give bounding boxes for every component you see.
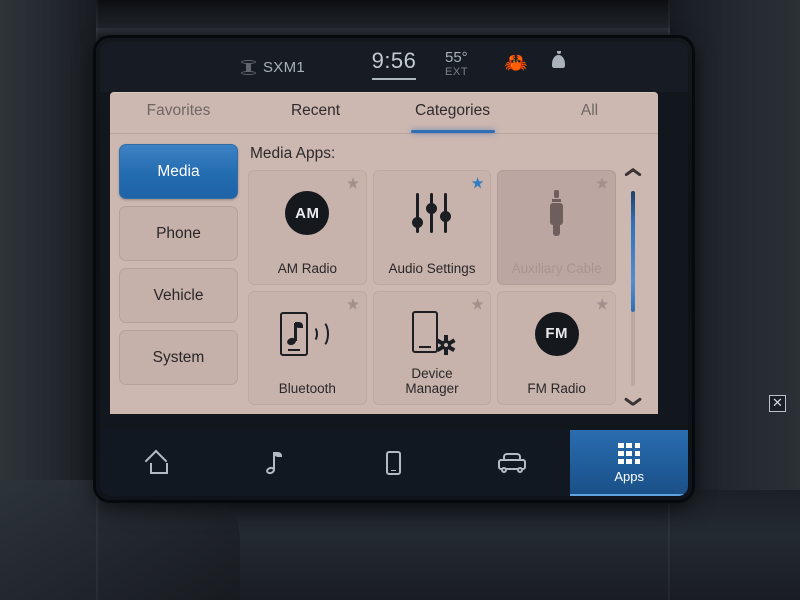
app-tile-label: Audio Settings	[388, 260, 476, 276]
favorite-star-icon[interactable]: ★	[346, 297, 359, 312]
favorite-star-icon[interactable]: ★	[471, 176, 484, 191]
infotainment-screen: SXM1 9:56 55° EXT 🦀 Favorites Recent Cat…	[100, 42, 688, 496]
app-tile-grid: ★ AM AM Radio ★ Audio Settings ★ Auxilia…	[248, 170, 616, 405]
scrollbar-thumb[interactable]	[631, 191, 635, 312]
sidebar-item-vehicle[interactable]: Vehicle	[119, 268, 238, 323]
car-dashboard: ✕ SXM1 9:56 55° EXT 🦀 Favorites Recent C…	[0, 0, 800, 600]
phone-gear-icon	[408, 304, 456, 364]
tab-all[interactable]: All	[521, 92, 658, 133]
app-tile-label: Bluetooth	[278, 381, 336, 397]
clock: 9:56	[100, 48, 688, 80]
tab-recent-label: Recent	[290, 101, 341, 119]
scrollbar[interactable]	[616, 170, 650, 405]
tab-active-underline	[410, 130, 495, 133]
app-tile-bluetooth[interactable]: ★ Bluetooth	[248, 290, 367, 405]
app-tile-label-line1: Device	[411, 366, 453, 382]
temperature-label: EXT	[445, 66, 469, 79]
aux-plug-icon	[546, 183, 568, 243]
sidebar-item-media[interactable]: Media	[119, 144, 238, 199]
tile-area: ★ AM AM Radio ★ Audio Settings ★ Auxilia…	[248, 170, 650, 405]
app-tile-label: FM Radio	[527, 381, 586, 397]
app-tile-device-manager[interactable]: ★ Device Manager	[372, 290, 492, 405]
app-tile-auxiliary-cable[interactable]: ★ Auxiliary Cable	[497, 170, 616, 285]
sidebar-item-media-label: Media	[157, 162, 200, 180]
favorite-star-icon[interactable]: ★	[596, 297, 609, 312]
sidebar-item-system[interactable]: System	[119, 330, 238, 385]
clock-underline	[372, 78, 416, 80]
fm-radio-badge-text: FM	[534, 311, 579, 356]
nav-item-audio[interactable]	[218, 430, 336, 496]
favorite-star-icon[interactable]: ★	[346, 176, 359, 191]
favorite-star-icon[interactable]: ★	[596, 176, 609, 191]
status-bar: SXM1 9:56 55° EXT 🦀	[100, 42, 688, 92]
app-tile-fm-radio[interactable]: ★ FM FM Radio	[497, 290, 616, 405]
panel-body: Media Phone Vehicle System Media Apps: ★…	[110, 134, 658, 413]
tab-bar: Favorites Recent Categories All	[110, 92, 658, 134]
tab-favorites-label: Favorites	[146, 101, 211, 119]
chevron-down-icon[interactable]	[625, 394, 641, 403]
clock-time: 9:56	[371, 48, 417, 73]
apps-grid-icon	[618, 442, 641, 465]
sidebar-item-phone[interactable]: Phone	[119, 206, 238, 261]
temperature-value: 55°	[445, 49, 468, 66]
app-tile-audio-settings[interactable]: ★ Audio Settings	[372, 170, 492, 285]
content-title: Media Apps:	[250, 145, 336, 162]
am-radio-icon: AM	[285, 183, 330, 243]
vehicle-icon	[497, 453, 526, 473]
dashboard-x-marker: ✕	[769, 395, 786, 412]
bottom-navigation-bar: Apps	[100, 430, 688, 496]
am-radio-badge-text: AM	[285, 191, 330, 235]
nav-item-home[interactable]	[100, 430, 218, 496]
bluetooth-audio-phone-icon	[280, 304, 334, 364]
sidebar-item-system-label: System	[152, 348, 205, 366]
nav-item-vehicle[interactable]	[453, 430, 571, 496]
phone-icon	[386, 451, 402, 475]
app-tile-label: Device Manager	[374, 366, 491, 397]
nav-item-apps[interactable]: Apps	[570, 430, 688, 496]
exterior-temperature: 55° EXT	[445, 49, 468, 79]
tab-recent[interactable]: Recent	[247, 92, 384, 133]
app-tile-label-line2: Manager	[405, 381, 459, 397]
nav-item-apps-label: Apps	[614, 468, 644, 484]
app-tile-label: Auxiliary Cable	[511, 260, 602, 276]
equalizer-sliders-icon	[410, 183, 454, 243]
tab-all-label: All	[580, 101, 599, 119]
category-sidebar: Media Phone Vehicle System	[119, 143, 238, 405]
app-tile-am-radio[interactable]: ★ AM AM Radio	[248, 170, 367, 285]
home-icon	[144, 449, 171, 474]
music-note-icon	[265, 452, 286, 476]
sidebar-item-vehicle-label: Vehicle	[153, 286, 204, 304]
tab-categories[interactable]: Categories	[384, 92, 521, 133]
app-tile-label: AM Radio	[277, 260, 337, 276]
sidebar-item-phone-label: Phone	[156, 224, 201, 242]
tab-favorites[interactable]: Favorites	[110, 92, 247, 133]
tab-categories-label: Categories	[415, 101, 490, 119]
crab-icon: 🦀	[504, 53, 528, 74]
app-content: Media Apps: ★ AM AM Radio ★ Audio Settin…	[238, 143, 650, 405]
nav-item-phone[interactable]	[335, 430, 453, 496]
fm-radio-icon: FM	[534, 304, 579, 364]
screen-bezel: SXM1 9:56 55° EXT 🦀 Favorites Recent Cat…	[96, 38, 692, 500]
chevron-up-icon[interactable]	[625, 174, 641, 183]
favorite-star-icon[interactable]: ★	[471, 297, 484, 312]
scrollbar-track[interactable]	[631, 191, 635, 386]
apps-panel: Favorites Recent Categories All Media Ph…	[110, 92, 658, 414]
